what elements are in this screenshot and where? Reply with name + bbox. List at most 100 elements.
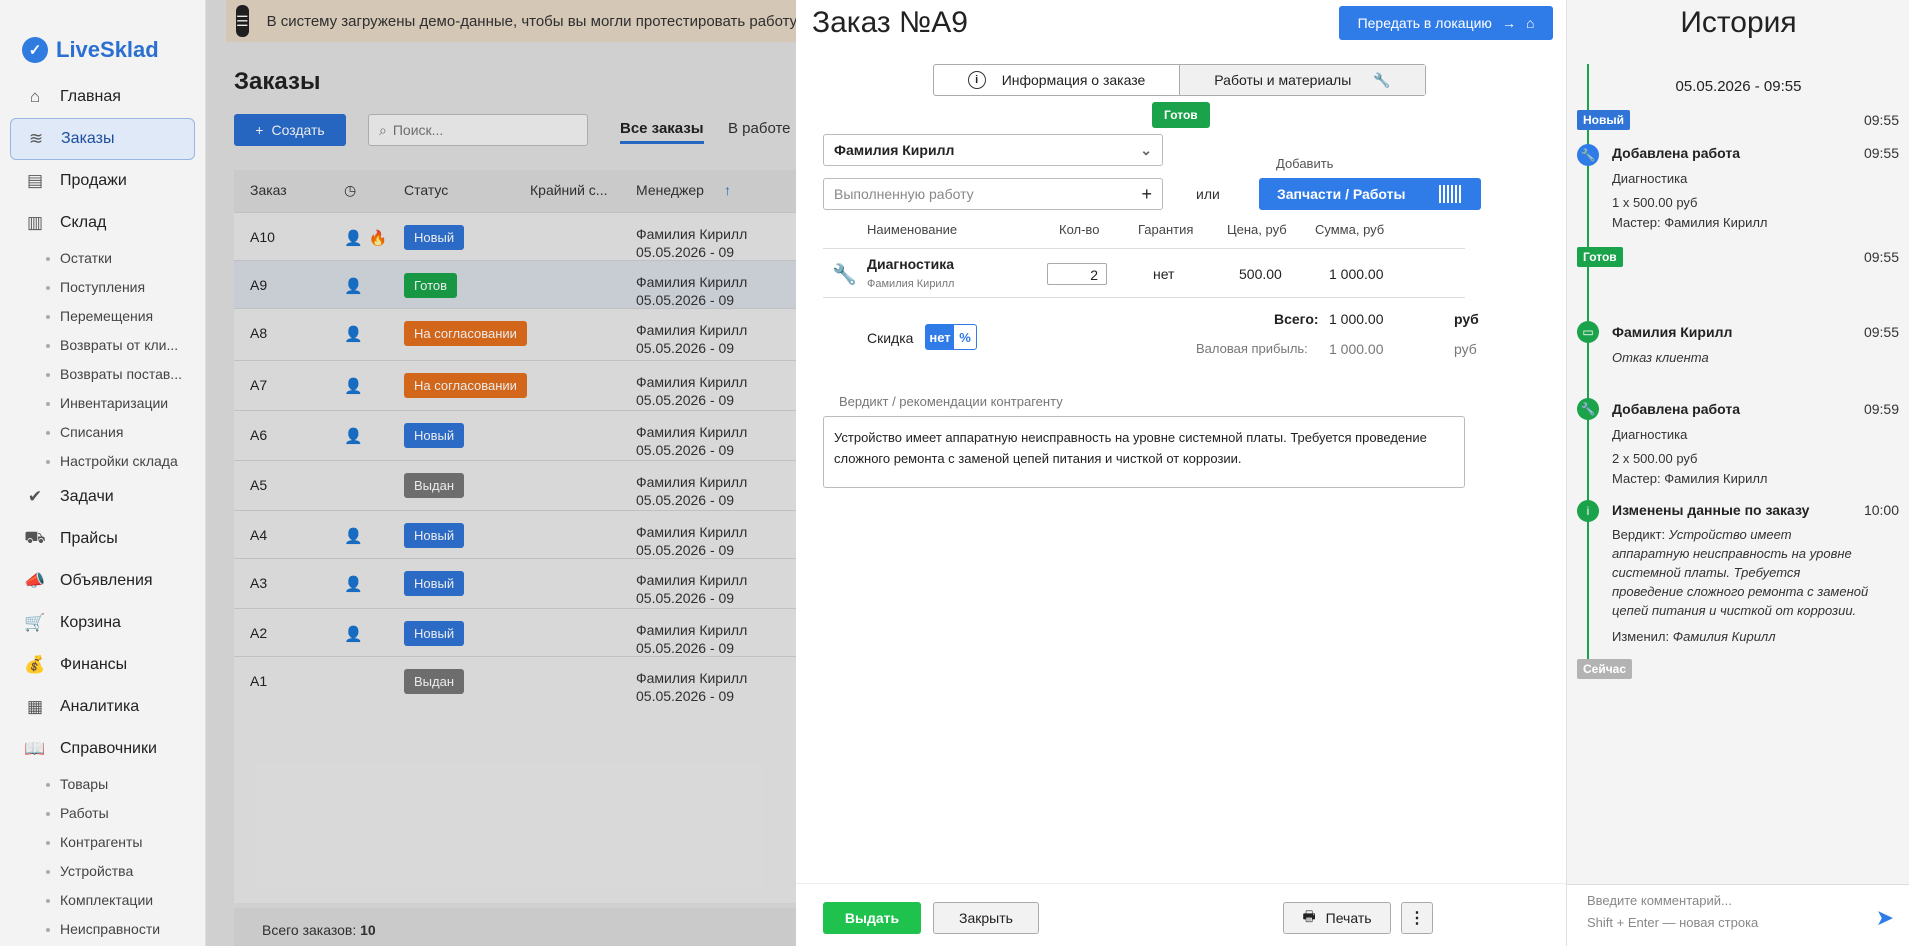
item-name[interactable]: Диагностика — [867, 256, 954, 272]
sidebar-subitem[interactable]: Неисправности — [0, 915, 205, 944]
history-event-line: Отказ клиента — [1612, 350, 1709, 365]
sidebar-item-6[interactable]: 📖 Справочники — [0, 728, 205, 770]
comment-input[interactable]: Введите комментарий... Shift + Enter — н… — [1567, 884, 1909, 946]
wrench-icon: 🔧 — [1577, 398, 1599, 420]
history-event-title: Добавлена работа — [1612, 145, 1741, 161]
sidebar-item-0[interactable]: ✔ Задачи — [0, 476, 205, 518]
total-value: 1 000.00 — [1329, 311, 1384, 327]
money-icon: 💰 — [24, 655, 46, 674]
sidebar-subitem[interactable]: Возвраты от кли... — [0, 331, 205, 360]
info-icon: i — [967, 71, 986, 89]
logo-text: LiveSklad — [56, 37, 159, 62]
history-event-line: Мастер: Фамилия Кирилл — [1612, 215, 1768, 230]
verdict-textarea[interactable]: Устройство имеет аппаратную неисправност… — [823, 416, 1465, 488]
qty-input[interactable]: 2 — [1047, 263, 1107, 285]
sidebar-subitem[interactable]: Остатки — [0, 244, 205, 273]
item-warranty[interactable]: нет — [1153, 266, 1174, 282]
sidebar-subitem[interactable]: Поступления — [0, 273, 205, 302]
sidebar-subitem[interactable]: Комплектации — [0, 886, 205, 915]
col-price: Цена, руб — [1227, 222, 1287, 237]
item-master: Фамилия Кирилл — [867, 278, 955, 290]
currency-label: руб — [1454, 311, 1479, 327]
printer-icon: 🖶 — [1302, 908, 1316, 924]
add-label: Добавить — [1276, 156, 1334, 171]
sidebar-item-1[interactable]: ≋ Заказы — [10, 118, 195, 160]
sidebar-subitem[interactable]: Работы — [0, 799, 205, 828]
history-time: 09:59 — [1863, 401, 1899, 417]
sidebar-item-label: Главная — [60, 88, 121, 105]
wrench-icon: 🔧 — [1577, 144, 1599, 166]
tab-works-materials[interactable]: Работы и материалы 🔧 — [1180, 65, 1425, 95]
more-menu-button[interactable]: ⋮ — [1401, 902, 1433, 934]
plus-icon[interactable]: + — [1141, 184, 1152, 205]
sidebar-item-5[interactable]: ▦ Аналитика — [0, 686, 205, 728]
work-input[interactable]: Выполненную работу + — [823, 178, 1163, 210]
check-icon: ✔ — [27, 487, 43, 506]
or-label: или — [1196, 186, 1220, 202]
col-qty: Кол-во — [1059, 222, 1100, 237]
history-event-line: Диагностика — [1612, 171, 1688, 186]
sidebar-subitem[interactable]: Товары — [0, 770, 205, 799]
sidebar-subitem[interactable]: Списания — [0, 418, 205, 447]
sidebar-item-2[interactable]: 📣 Объявления — [0, 560, 205, 602]
sidebar-item-4[interactable]: 💰 Финансы — [0, 644, 205, 686]
warehouse-icon: ▥ — [26, 213, 44, 232]
comment-hint: Shift + Enter — новая строка — [1587, 915, 1759, 930]
sidebar-item-label: Заказы — [61, 130, 115, 147]
sidebar-subitem[interactable]: Настройки склада — [0, 447, 205, 476]
sidebar-subitem[interactable]: Контрагенты — [0, 828, 205, 857]
item-price: 500.00 — [1239, 266, 1282, 282]
status-badge[interactable]: Готов — [1152, 102, 1210, 128]
parts-works-button[interactable]: Запчасти / Работы — [1259, 178, 1481, 210]
send-icon[interactable]: ➤ — [1876, 905, 1894, 931]
sidebar-item-2[interactable]: ▤ Продажи — [0, 160, 205, 202]
discount-toggle: нет % — [925, 324, 977, 350]
sidebar-subitem[interactable]: Перемещения — [0, 302, 205, 331]
issue-button[interactable]: Выдать — [823, 902, 921, 934]
sidebar-subitem[interactable]: Инвентаризации — [0, 389, 205, 418]
history-title: История — [1680, 6, 1797, 39]
chart-icon: ▦ — [26, 697, 44, 716]
wrench-icon: 🔧 — [1373, 71, 1391, 88]
total-label: Всего: — [1274, 311, 1319, 327]
history-event-title: Добавлена работа — [1612, 401, 1741, 417]
profit-value: 1 000.00 — [1329, 341, 1384, 357]
sidebar-item-label: Прайсы — [60, 530, 118, 547]
tab-order-info[interactable]: i Информация о заказе — [934, 65, 1180, 95]
layers-icon: ≋ — [28, 129, 44, 148]
history-time: 09:55 — [1863, 112, 1899, 128]
status-badge-now: Сейчас — [1577, 659, 1633, 679]
history-event-line: 2 x 500.00 руб — [1612, 451, 1698, 466]
sidebar-item-1[interactable]: ⛟ Прайсы — [0, 518, 205, 560]
transfer-location-button[interactable]: Передать в локацию → ⌂ — [1339, 6, 1553, 40]
history-time: 10:00 — [1863, 502, 1899, 518]
home-icon: ⌂ — [29, 87, 41, 106]
modal-backdrop[interactable] — [206, 0, 796, 946]
history-time: 09:55 — [1863, 145, 1899, 161]
master-select[interactable]: Фамилия Кирилл ⌄ — [823, 134, 1163, 166]
close-button[interactable]: Закрыть — [933, 902, 1039, 934]
discount-label: Скидка — [867, 330, 914, 346]
history-event-title: Фамилия Кирилл — [1612, 324, 1733, 340]
sidebar-subitem[interactable]: Устройства — [0, 857, 205, 886]
col-warranty: Гарантия — [1138, 222, 1194, 237]
basket-icon: 🛒 — [24, 613, 46, 632]
status-badge-ready: Готов — [1577, 247, 1623, 267]
sidebar-item-label: Задачи — [60, 488, 114, 505]
item-sum: 1 000.00 — [1329, 266, 1384, 282]
sidebar-item-3[interactable]: ▥ Склад — [0, 202, 205, 244]
discount-none-button[interactable]: нет — [926, 325, 954, 349]
print-button[interactable]: 🖶 Печать — [1283, 902, 1391, 934]
comment-icon: ▭ — [1577, 321, 1599, 343]
history-time: 09:55 — [1863, 324, 1899, 340]
sidebar-subitem[interactable]: Возвраты постав... — [0, 360, 205, 389]
truck-icon: ⛟ — [24, 528, 46, 547]
sidebar-item-label: Аналитика — [60, 698, 140, 715]
home-icon: ⌂ — [1525, 15, 1535, 31]
discount-percent-button[interactable]: % — [954, 325, 976, 349]
logo[interactable]: ✓ LiveSklad — [0, 0, 205, 76]
sidebar-item-3[interactable]: 🛒 Корзина — [0, 602, 205, 644]
order-tabs: i Информация о заказе Работы и материалы… — [933, 64, 1426, 96]
sidebar-item-0[interactable]: ⌂ Главная — [0, 76, 205, 118]
divider — [823, 248, 1465, 249]
